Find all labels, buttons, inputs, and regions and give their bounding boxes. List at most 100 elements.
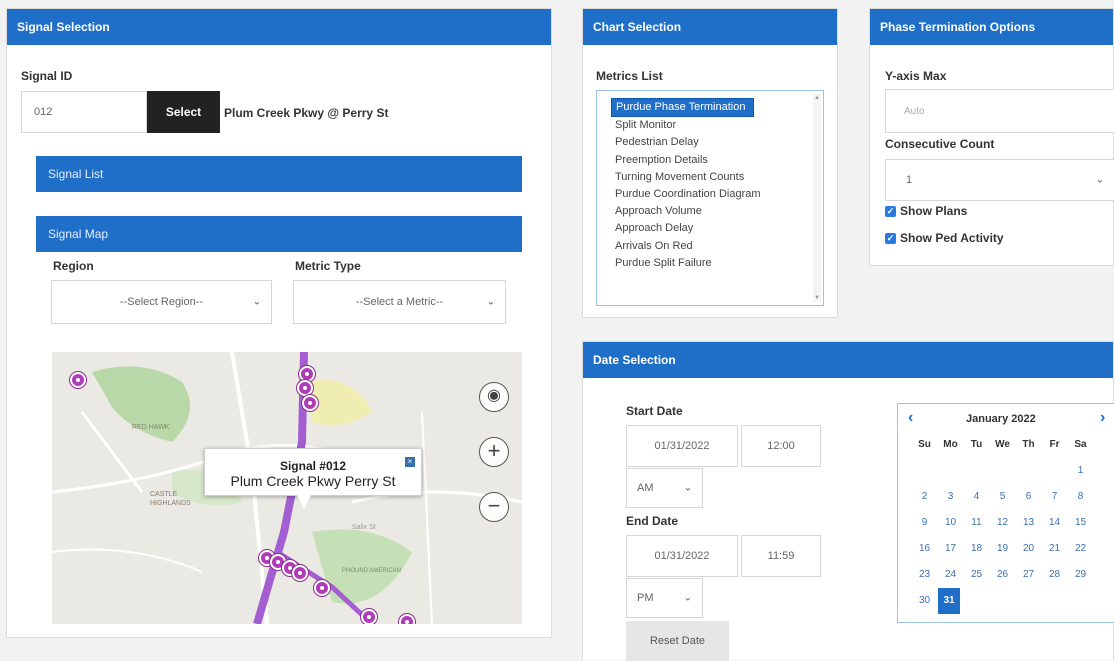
signal-selection-header: Signal Selection bbox=[7, 9, 551, 45]
metric-option[interactable]: Turning Movement Counts bbox=[611, 169, 823, 186]
calendar-day[interactable]: 14 bbox=[1042, 510, 1067, 536]
calendar-month[interactable]: January 2022 bbox=[966, 413, 1036, 425]
calendar-day[interactable]: 1 bbox=[1068, 458, 1093, 484]
signal-id-label: Signal ID bbox=[21, 69, 73, 83]
calendar-day[interactable]: 20 bbox=[1016, 536, 1041, 562]
metric-option[interactable]: Split Monitor bbox=[611, 117, 823, 134]
calendar-day[interactable]: 15 bbox=[1068, 510, 1093, 536]
signal-marker[interactable] bbox=[292, 565, 308, 581]
phase-options-header: Phase Termination Options bbox=[870, 9, 1113, 45]
calendar-day[interactable]: 17 bbox=[938, 536, 963, 562]
calendar-day[interactable]: 10 bbox=[938, 510, 963, 536]
calendar-day[interactable]: 2 bbox=[912, 484, 937, 510]
show-ped-activity-checkbox[interactable]: ✓ Show Ped Activity bbox=[885, 231, 1004, 245]
calendar-day[interactable]: 16 bbox=[912, 536, 937, 562]
calendar-day[interactable]: 11 bbox=[964, 510, 989, 536]
start-time-value: 12:00 bbox=[767, 440, 795, 452]
calendar-day[interactable]: 4 bbox=[964, 484, 989, 510]
signal-marker[interactable] bbox=[399, 614, 415, 624]
scroll-up-icon[interactable]: ▲ bbox=[813, 94, 821, 102]
metric-option[interactable]: Pedestrian Delay bbox=[611, 134, 823, 151]
calendar-day[interactable]: 19 bbox=[990, 536, 1015, 562]
chevron-down-icon: ⌄ bbox=[1095, 174, 1104, 186]
calendar-day[interactable]: 5 bbox=[990, 484, 1015, 510]
metric-option[interactable]: Preemption Details bbox=[611, 152, 823, 169]
calendar-day[interactable]: 8 bbox=[1068, 484, 1093, 510]
calendar-day[interactable]: 23 bbox=[912, 562, 937, 588]
region-select[interactable]: --Select Region-- ⌄ bbox=[51, 280, 272, 324]
end-date-value: 01/31/2022 bbox=[654, 550, 710, 562]
end-date-input[interactable]: 01/31/2022 bbox=[626, 535, 738, 577]
yaxis-max-input[interactable]: Auto bbox=[885, 89, 1114, 133]
popup-pointer bbox=[296, 493, 312, 509]
metric-option[interactable]: Approach Delay bbox=[611, 220, 823, 237]
calendar-day[interactable]: 27 bbox=[1016, 562, 1041, 588]
calendar-day[interactable]: 30 bbox=[912, 588, 937, 614]
calendar-header: ‹ January 2022 › bbox=[908, 409, 1114, 432]
calendar-day[interactable]: 7 bbox=[1042, 484, 1067, 510]
metrics-list[interactable]: Purdue Phase Termination Split Monitor P… bbox=[596, 90, 824, 306]
chevron-left-icon[interactable]: ‹ bbox=[908, 409, 913, 427]
signal-marker[interactable] bbox=[297, 380, 313, 396]
chart-selection-panel: Chart Selection Metrics List Purdue Phas… bbox=[582, 8, 838, 318]
metric-option[interactable]: Purdue Split Failure bbox=[611, 255, 823, 272]
calendar-day[interactable]: 26 bbox=[990, 562, 1015, 588]
signal-map[interactable]: RED HAWK CASTLE HIGHLANDS PHOUND AMERICA… bbox=[52, 352, 522, 624]
scroll-down-icon[interactable]: ▼ bbox=[813, 294, 821, 302]
signal-name: Plum Creek Pkwy @ Perry St bbox=[224, 106, 389, 120]
calendar-day[interactable]: 25 bbox=[964, 562, 989, 588]
calendar-day[interactable]: 9 bbox=[912, 510, 937, 536]
select-signal-button[interactable]: Select bbox=[147, 91, 220, 133]
calendar-empty-cell bbox=[938, 458, 963, 484]
chevron-down-icon: ⌄ bbox=[252, 296, 261, 308]
calendar-day[interactable]: 6 bbox=[1016, 484, 1041, 510]
zoom-in-icon[interactable]: + bbox=[479, 437, 509, 467]
start-date-value: 01/31/2022 bbox=[654, 440, 710, 452]
map-place-label: CASTLE HIGHLANDS bbox=[150, 491, 191, 507]
start-time-input[interactable]: 12:00 bbox=[741, 425, 821, 467]
consecutive-count-select[interactable]: 1 ⌄ bbox=[885, 159, 1114, 201]
start-date-input[interactable]: 01/31/2022 bbox=[626, 425, 738, 467]
calendar-day[interactable]: 12 bbox=[990, 510, 1015, 536]
calendar-day-selected[interactable]: 31 bbox=[938, 588, 960, 614]
end-date-label: End Date bbox=[626, 514, 679, 528]
end-ampm-select[interactable]: PM ⌄ bbox=[626, 578, 703, 618]
show-plans-checkbox[interactable]: ✓ Show Plans bbox=[885, 204, 967, 218]
signal-marker[interactable] bbox=[70, 372, 86, 388]
signal-list-header[interactable]: Signal List bbox=[36, 156, 522, 192]
calendar-empty-cell bbox=[1016, 458, 1041, 484]
metrics-scrollbar[interactable]: ▲ ▼ bbox=[813, 94, 821, 302]
calendar-empty-cell bbox=[964, 588, 989, 614]
region-label: Region bbox=[53, 259, 94, 273]
calendar-day[interactable]: 29 bbox=[1068, 562, 1093, 588]
signal-marker[interactable] bbox=[302, 395, 318, 411]
calendar-day[interactable]: 24 bbox=[938, 562, 963, 588]
signal-marker[interactable] bbox=[361, 609, 377, 624]
metric-type-select[interactable]: --Select a Metric-- ⌄ bbox=[293, 280, 506, 324]
show-ped-activity-label: Show Ped Activity bbox=[900, 231, 1004, 245]
calendar-week-row: 23 24 25 26 27 28 29 bbox=[912, 562, 1114, 588]
metric-option-selected[interactable]: Purdue Phase Termination bbox=[611, 98, 755, 118]
metric-option[interactable]: Arrivals On Red bbox=[611, 238, 823, 255]
metric-option[interactable]: Purdue Coordination Diagram bbox=[611, 186, 823, 203]
date-selection-panel: Date Selection Start Date 01/31/2022 12:… bbox=[582, 341, 1114, 661]
calendar-day[interactable]: 22 bbox=[1068, 536, 1093, 562]
signal-marker[interactable] bbox=[314, 580, 330, 596]
calendar-day[interactable]: 13 bbox=[1016, 510, 1041, 536]
zoom-out-icon[interactable]: − bbox=[479, 492, 509, 522]
signal-id-input[interactable]: 012 bbox=[21, 91, 147, 133]
calendar-day[interactable]: 21 bbox=[1042, 536, 1067, 562]
calendar-empty-cell bbox=[1042, 458, 1067, 484]
end-time-input[interactable]: 11:59 bbox=[741, 535, 821, 577]
chevron-right-icon[interactable]: › bbox=[1100, 409, 1105, 427]
start-ampm-select[interactable]: AM ⌄ bbox=[626, 468, 703, 508]
reset-date-button[interactable]: Reset Date bbox=[626, 621, 729, 661]
map-place-label: RED HAWK bbox=[132, 424, 170, 431]
signal-map-header[interactable]: Signal Map bbox=[36, 216, 522, 252]
calendar-day[interactable]: 18 bbox=[964, 536, 989, 562]
metric-option[interactable]: Approach Volume bbox=[611, 203, 823, 220]
calendar-day[interactable]: 3 bbox=[938, 484, 963, 510]
calendar-day[interactable]: 28 bbox=[1042, 562, 1067, 588]
checkbox-checked-icon: ✓ bbox=[885, 232, 896, 244]
locate-icon[interactable]: ◉ bbox=[479, 382, 509, 412]
